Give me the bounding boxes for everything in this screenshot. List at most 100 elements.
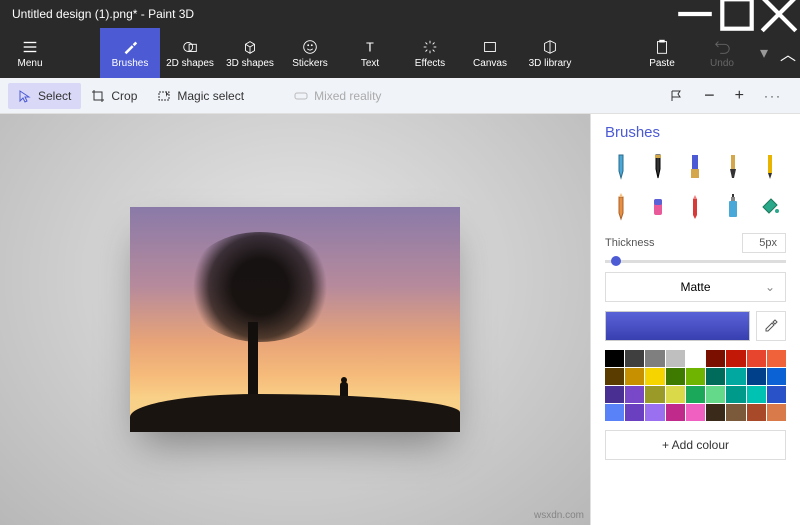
- palette-swatch[interactable]: [625, 368, 644, 385]
- thickness-label: Thickness: [605, 237, 655, 249]
- text-tab[interactable]: T Text: [340, 28, 400, 78]
- watercolor-brush[interactable]: [717, 150, 748, 184]
- eyedropper-button[interactable]: [756, 311, 786, 341]
- spray-can-brush[interactable]: [717, 190, 748, 224]
- canvas-image[interactable]: [130, 207, 460, 432]
- mr-icon: [294, 89, 308, 103]
- flag-icon: [670, 89, 684, 103]
- palette-swatch[interactable]: [706, 386, 725, 403]
- effects-label: Effects: [415, 58, 445, 69]
- palette-swatch[interactable]: [706, 368, 725, 385]
- canvas-icon: [481, 38, 499, 56]
- palette-swatch[interactable]: [767, 368, 786, 385]
- canvas-workspace[interactable]: wsxdn.com: [0, 114, 590, 525]
- palette-swatch[interactable]: [625, 404, 644, 421]
- palette-swatch[interactable]: [605, 350, 624, 367]
- menu-label: Menu: [17, 58, 42, 69]
- effects-tab[interactable]: Effects: [400, 28, 460, 78]
- more-button[interactable]: ···: [754, 83, 792, 109]
- view-3d-toggle[interactable]: [660, 83, 694, 109]
- palette-swatch[interactable]: [605, 404, 624, 421]
- svg-text:T: T: [366, 40, 374, 54]
- canvas-label: Canvas: [473, 58, 507, 69]
- menu-button[interactable]: Menu: [0, 28, 60, 78]
- current-color-swatch[interactable]: [605, 311, 750, 341]
- palette-swatch[interactable]: [605, 386, 624, 403]
- select-label: Select: [38, 89, 71, 103]
- brush-picker: [605, 150, 786, 224]
- menu-icon: [21, 38, 39, 56]
- panel-title: Brushes: [605, 124, 786, 141]
- palette-swatch[interactable]: [645, 368, 664, 385]
- palette-swatch[interactable]: [666, 350, 685, 367]
- palette-swatch[interactable]: [747, 350, 766, 367]
- minimize-button[interactable]: [674, 0, 716, 28]
- oil-brush[interactable]: [680, 150, 711, 184]
- collapse-ribbon[interactable]: ︿: [776, 28, 800, 78]
- palette-swatch[interactable]: [767, 404, 786, 421]
- calligraphy-brush[interactable]: [642, 150, 673, 184]
- ribbon: Menu Brushes 2D shapes 3D shapes Sticker…: [0, 28, 800, 78]
- palette-swatch[interactable]: [706, 350, 725, 367]
- magic-select-tool[interactable]: Magic select: [147, 83, 254, 109]
- eraser-brush[interactable]: [642, 190, 673, 224]
- palette-swatch[interactable]: [686, 404, 705, 421]
- palette-swatch[interactable]: [605, 368, 624, 385]
- shapes2d-icon: [181, 38, 199, 56]
- pencil-brush[interactable]: [605, 190, 636, 224]
- 3d-shapes-tab[interactable]: 3D shapes: [220, 28, 280, 78]
- brushes-tab[interactable]: Brushes: [100, 28, 160, 78]
- palette-swatch[interactable]: [747, 386, 766, 403]
- palette-swatch[interactable]: [767, 386, 786, 403]
- palette-swatch[interactable]: [726, 386, 745, 403]
- palette-swatch[interactable]: [686, 386, 705, 403]
- palette-swatch[interactable]: [645, 404, 664, 421]
- palette-swatch[interactable]: [726, 350, 745, 367]
- maximize-button[interactable]: [716, 0, 758, 28]
- pixel-pen-brush[interactable]: [755, 150, 786, 184]
- palette-swatch[interactable]: [767, 350, 786, 367]
- mr-label: Mixed reality: [314, 89, 381, 103]
- zoom-out-button[interactable]: −: [694, 81, 725, 110]
- mixed-reality-tool: Mixed reality: [284, 83, 391, 109]
- history-dropdown[interactable]: ▾: [752, 28, 776, 78]
- undo-button[interactable]: Undo: [692, 28, 752, 78]
- palette-swatch[interactable]: [747, 368, 766, 385]
- palette-swatch[interactable]: [645, 350, 664, 367]
- palette-swatch[interactable]: [645, 386, 664, 403]
- stickers-tab[interactable]: Stickers: [280, 28, 340, 78]
- palette-swatch[interactable]: [747, 404, 766, 421]
- brushes-label: Brushes: [112, 58, 149, 69]
- 3d-library-tab[interactable]: 3D library: [520, 28, 580, 78]
- finish-dropdown[interactable]: Matte: [605, 272, 786, 302]
- palette-swatch[interactable]: [625, 350, 644, 367]
- palette-swatch[interactable]: [726, 368, 745, 385]
- palette-swatch[interactable]: [666, 386, 685, 403]
- crop-label: Crop: [111, 89, 137, 103]
- magic-icon: [157, 89, 171, 103]
- palette-swatch[interactable]: [625, 386, 644, 403]
- palette-swatch[interactable]: [706, 404, 725, 421]
- brushes-panel: Brushes Thickness 5px Matte: [590, 114, 800, 525]
- fill-bucket-brush[interactable]: [755, 190, 786, 224]
- palette-swatch[interactable]: [686, 350, 705, 367]
- thickness-slider[interactable]: [605, 260, 786, 263]
- zoom-in-button[interactable]: +: [725, 83, 754, 109]
- palette-swatch[interactable]: [686, 368, 705, 385]
- color-palette: [605, 350, 786, 421]
- title-bar: Untitled design (1).png* - Paint 3D: [0, 0, 800, 28]
- marker-brush[interactable]: [605, 150, 636, 184]
- canvas-tab[interactable]: Canvas: [460, 28, 520, 78]
- palette-swatch[interactable]: [666, 368, 685, 385]
- palette-swatch[interactable]: [666, 404, 685, 421]
- thickness-value[interactable]: 5px: [742, 233, 786, 253]
- crayon-brush[interactable]: [680, 190, 711, 224]
- select-tool[interactable]: Select: [8, 83, 81, 109]
- add-colour-button[interactable]: + Add colour: [605, 430, 786, 460]
- 2d-shapes-tab[interactable]: 2D shapes: [160, 28, 220, 78]
- paste-button[interactable]: Paste: [632, 28, 692, 78]
- close-button[interactable]: [758, 0, 800, 28]
- crop-tool[interactable]: Crop: [81, 83, 147, 109]
- palette-swatch[interactable]: [726, 404, 745, 421]
- magic-label: Magic select: [177, 89, 244, 103]
